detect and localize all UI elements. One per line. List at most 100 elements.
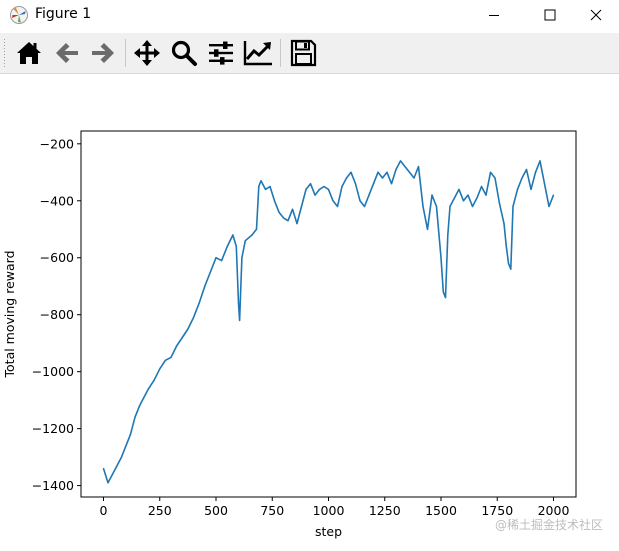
reward-data-point (269, 185, 271, 188)
reward-data-point (134, 416, 136, 418)
reward-data-point (345, 177, 348, 179)
reward-data-point (498, 203, 501, 205)
reward-data-point (447, 234, 449, 236)
reward-data-point (296, 223, 298, 225)
reward-data-point (260, 180, 262, 182)
x-tick-label: 250 (148, 503, 172, 518)
reward-data-point (309, 183, 312, 185)
reward-data-point (258, 185, 260, 188)
reward-data-point (458, 188, 460, 190)
toolbar-grip (4, 39, 5, 67)
reward-data-point (341, 185, 343, 188)
reward-data-point (287, 220, 289, 222)
pan-button[interactable] (131, 37, 163, 69)
reward-data-point (176, 345, 178, 347)
toolbar (0, 33, 619, 74)
figure-canvas[interactable]: 0 250 500 750 1000 1250 1500 1750 2000 −1400 −1200… (0, 74, 619, 547)
reward-data-point (241, 257, 243, 259)
reward-data-point (399, 160, 402, 162)
reward-data-point (244, 240, 246, 242)
reward-data-point (426, 228, 429, 230)
y-tick-label: −1000 (32, 364, 74, 379)
reward-data-point (505, 245, 507, 247)
reward-data-point (209, 271, 211, 273)
reward-data-point (323, 185, 325, 188)
reward-data-point (255, 228, 258, 230)
arrow-left-icon (56, 43, 78, 63)
y-tick-label: −800 (40, 307, 74, 322)
reward-data-point (221, 260, 223, 262)
reward-data-point (503, 223, 505, 225)
axes-frame (80, 130, 577, 498)
reward-data-point (159, 368, 161, 370)
reward-data-point (476, 197, 478, 199)
watermark-text: @稀土掘金技术社区 (494, 518, 603, 532)
reward-data-point (125, 445, 127, 447)
reward-data-point (431, 194, 433, 196)
reward-data-point (435, 205, 438, 208)
y-tick-label: −1400 (32, 478, 74, 493)
reward-data-point (494, 177, 496, 179)
reward-data-point (314, 194, 316, 196)
reward-data-point (181, 336, 183, 339)
reward-data-point (251, 234, 253, 236)
back-button[interactable] (51, 37, 83, 69)
reward-data-point (327, 188, 330, 190)
reward-data-point (282, 217, 285, 219)
reward-data-point (359, 200, 361, 202)
line-chart-icon (243, 41, 272, 66)
x-axis-label: step (315, 524, 342, 539)
reward-data-point (552, 194, 555, 196)
zoom-button[interactable] (168, 37, 200, 69)
maximize-button[interactable] (527, 0, 573, 30)
reward-data-point (170, 356, 172, 358)
reward-data-point (516, 188, 519, 190)
reward-data-point (107, 482, 109, 484)
save-button[interactable] (287, 37, 319, 69)
reward-data-point (350, 171, 352, 173)
close-icon (590, 9, 602, 21)
reward-data-point (129, 433, 132, 435)
reward-data-point (198, 302, 200, 304)
reward-data-point (363, 205, 366, 208)
reward-data-point (372, 183, 375, 185)
reward-data-point (467, 194, 469, 196)
x-tick-label: 750 (260, 503, 284, 518)
reward-data-point (548, 205, 550, 208)
reward-data-point (291, 208, 294, 210)
reward-data-point (237, 302, 240, 304)
reward-data-point (440, 257, 442, 259)
reward-data-point (521, 177, 523, 179)
reward-data-point (111, 473, 114, 475)
reward-data-point (417, 166, 420, 168)
reward-data-point (143, 396, 145, 398)
reward-data-point (305, 188, 307, 190)
edit-axes-button[interactable] (242, 37, 274, 69)
reward-data-point (543, 183, 546, 185)
minimize-button[interactable] (471, 0, 517, 30)
reward-data-point (395, 168, 397, 171)
toolbar-separator (280, 39, 281, 67)
reward-data-point (318, 188, 321, 190)
reward-data-point (444, 297, 447, 299)
reward-data-point (489, 171, 492, 173)
reward-data-point (138, 405, 141, 407)
home-icon (17, 42, 41, 64)
reward-series-line (102, 160, 555, 484)
x-tick-label: 1000 (313, 503, 345, 518)
home-button[interactable] (13, 37, 45, 69)
subplots-button[interactable] (205, 37, 237, 69)
reward-data-point (408, 171, 411, 173)
reward-data-point (390, 183, 393, 185)
reward-data-point (525, 168, 528, 171)
close-button[interactable] (573, 0, 619, 30)
reward-data-point (471, 205, 474, 208)
forward-button[interactable] (87, 37, 119, 69)
y-axis-label: Total moving reward (2, 251, 17, 379)
reward-data-point (539, 160, 541, 162)
matplotlib-icon (10, 6, 28, 24)
reward-data-point (462, 200, 465, 202)
reward-data-point (377, 171, 379, 173)
move-icon (134, 40, 160, 66)
title-bar: Figure 1 (0, 0, 619, 30)
